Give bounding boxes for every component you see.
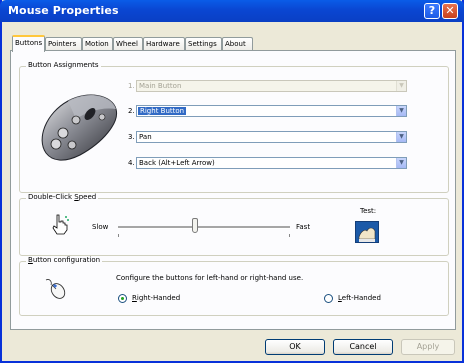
configure-description: Configure the buttons for left-hand or r…: [116, 274, 304, 282]
chevron-down-icon[interactable]: ▼: [396, 106, 406, 116]
tab-wheel[interactable]: Wheel: [113, 37, 143, 51]
button-1-combo: Main Button ▼: [136, 80, 407, 92]
assignment-number-2: 2.: [128, 107, 135, 115]
slow-label: Slow: [92, 223, 109, 231]
ok-button[interactable]: OK: [265, 339, 325, 355]
slider-tick: [118, 234, 119, 237]
button-4-combo[interactable]: Back (Alt+Left Arrow) ▼: [136, 157, 407, 169]
help-button[interactable]: ?: [424, 3, 440, 19]
double-click-speed-legend: Double-Click Speed: [26, 193, 99, 201]
cancel-button[interactable]: Cancel: [333, 339, 393, 355]
chevron-down-icon[interactable]: ▼: [396, 132, 406, 142]
left-handed-radio[interactable]: [324, 294, 333, 303]
close-button[interactable]: ✕: [442, 3, 458, 19]
window-title: Mouse Properties: [8, 4, 119, 17]
button-configuration-group: Button configuration Configure the butto…: [19, 256, 449, 316]
button-assignments-legend: Button Assignments: [26, 61, 101, 69]
test-label: Test:: [360, 207, 377, 215]
chevron-down-icon[interactable]: ▼: [396, 158, 406, 168]
double-click-speed-slider[interactable]: [118, 226, 290, 229]
fast-label: Fast: [296, 223, 311, 231]
apply-button: Apply: [401, 339, 455, 355]
chevron-down-icon: ▼: [396, 81, 406, 91]
tab-buttons[interactable]: Buttons: [12, 35, 45, 52]
button-3-value: Pan: [139, 133, 152, 141]
right-handed-label[interactable]: Right-Handed: [132, 294, 180, 302]
mouse-properties-window: Mouse Properties ? ✕ Buttons Pointers Mo…: [0, 0, 464, 363]
slider-thumb[interactable]: [192, 218, 198, 233]
test-area-icon[interactable]: [355, 221, 379, 243]
left-handed-label[interactable]: Left-Handed: [338, 294, 381, 302]
tab-hardware[interactable]: Hardware: [143, 37, 185, 51]
assignment-number-1: 1.: [128, 82, 135, 90]
button-2-value: Right Button: [138, 107, 187, 115]
button-assignments-group: Button Assignments 1. Main Button ▼ 2. R…: [19, 61, 449, 193]
assignment-number-4: 4.: [128, 159, 135, 167]
tab-about[interactable]: About: [222, 37, 253, 51]
title-bar[interactable]: Mouse Properties ? ✕: [0, 0, 464, 22]
button-3-combo[interactable]: Pan ▼: [136, 131, 407, 143]
tab-motion[interactable]: Motion: [82, 37, 113, 51]
button-2-combo[interactable]: Right Button ▼: [136, 105, 407, 117]
double-click-speed-group: Double-Click Speed Slow Fast Test:: [19, 193, 449, 256]
mouse-config-icon: [45, 279, 66, 299]
assignment-number-3: 3.: [128, 133, 135, 141]
hand-pointer-icon: [52, 214, 69, 235]
tab-settings[interactable]: Settings: [185, 37, 222, 51]
button-4-value: Back (Alt+Left Arrow): [139, 159, 215, 167]
button-1-value: Main Button: [139, 82, 182, 90]
right-handed-radio[interactable]: [118, 294, 127, 303]
tab-pointers[interactable]: Pointers: [45, 37, 82, 51]
buttons-tab-panel: Button Assignments 1. Main Button ▼ 2. R…: [10, 50, 456, 330]
button-configuration-legend: Button configuration: [26, 256, 103, 264]
slider-tick: [289, 234, 290, 237]
mouse-image: [41, 94, 118, 161]
